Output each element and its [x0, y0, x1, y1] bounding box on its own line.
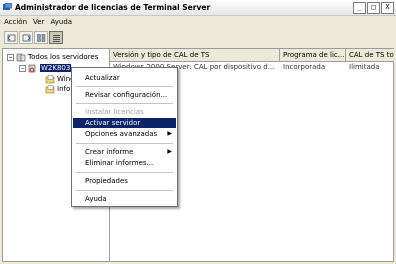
column-header-total[interactable]: CAL de TS total	[346, 49, 394, 61]
collapse-icon[interactable]: −	[7, 53, 14, 61]
menu-item-label: Opciones avanzadas	[85, 130, 158, 138]
menu-item-propiedades[interactable]: Propiedades	[73, 176, 176, 186]
menu-accion[interactable]: Acción	[4, 16, 27, 28]
column-header-program[interactable]: Programa de lic...	[280, 49, 346, 61]
title-bar: Administrador de licencias de Terminal S…	[0, 0, 396, 16]
maximize-button[interactable]: □	[367, 2, 380, 14]
tree-child-info[interactable]: Info	[45, 84, 70, 94]
menu-item-activar-servidor[interactable]: Activar servidor	[73, 118, 176, 128]
main-content: − Todos los servidores − W2K803 Wind Inf…	[2, 48, 394, 262]
back-icon	[6, 34, 15, 41]
menu-item-label: Crear informe	[85, 148, 134, 156]
menu-item-actualizar[interactable]: Actualizar	[73, 73, 176, 83]
license-folder-icon	[45, 74, 55, 83]
menu-separator	[76, 86, 173, 87]
menu-separator	[76, 143, 173, 144]
menu-item-crear-informe[interactable]: Crear informe ▶	[73, 147, 176, 157]
view-icon	[36, 33, 45, 42]
tree-root[interactable]: − Todos los servidores	[7, 52, 98, 62]
menu-item-revisar-configuracion[interactable]: Revisar configuración...	[73, 90, 176, 100]
close-button[interactable]: X	[381, 2, 394, 14]
cell-program: Incorporada	[283, 63, 326, 71]
list-view-icon	[52, 34, 60, 42]
menu-item-instalar-licencias: Instalar licencias	[85, 108, 144, 116]
server-icon	[28, 64, 36, 72]
toolbar	[4, 31, 63, 45]
view-button[interactable]	[34, 31, 48, 44]
list-view-button[interactable]	[49, 31, 63, 44]
forward-icon	[22, 34, 31, 41]
cell-total: Ilimitada	[349, 63, 380, 71]
submenu-arrow-icon: ▶	[167, 130, 172, 137]
server-group-icon	[16, 53, 26, 61]
menu-ver[interactable]: Ver	[33, 16, 44, 28]
minimize-button[interactable]: _	[353, 2, 366, 14]
column-header-version[interactable]: Versión y tipo de CAL de TS	[110, 49, 280, 61]
menu-item-opciones-avanzadas[interactable]: Opciones avanzadas ▶	[73, 129, 176, 139]
context-menu: Actualizar Revisar configuración... Inst…	[71, 67, 178, 207]
menu-separator	[76, 103, 173, 104]
window-title: Administrador de licencias de Terminal S…	[15, 3, 211, 12]
report-folder-icon	[45, 84, 55, 93]
menu-separator	[76, 172, 173, 173]
menu-separator	[76, 190, 173, 191]
collapse-icon[interactable]: −	[19, 64, 26, 72]
submenu-arrow-icon: ▶	[167, 148, 172, 155]
menu-bar: Acción Ver Ayuda	[0, 16, 396, 28]
tree-root-label: Todos los servidores	[28, 53, 99, 61]
forward-button[interactable]	[19, 31, 33, 44]
menu-ayuda[interactable]: Ayuda	[50, 16, 72, 28]
tree-server-label: W2K803	[40, 64, 72, 72]
menu-item-eliminar-informes[interactable]: Eliminar informes...	[73, 158, 176, 168]
back-button[interactable]	[4, 31, 18, 44]
tree-child-label: Info	[57, 85, 71, 93]
list-header: Versión y tipo de CAL de TS Programa de …	[110, 49, 394, 62]
tree-server[interactable]: − W2K803	[19, 63, 72, 73]
menu-item-ayuda[interactable]: Ayuda	[73, 194, 176, 204]
license-manager-app-icon	[3, 3, 12, 10]
